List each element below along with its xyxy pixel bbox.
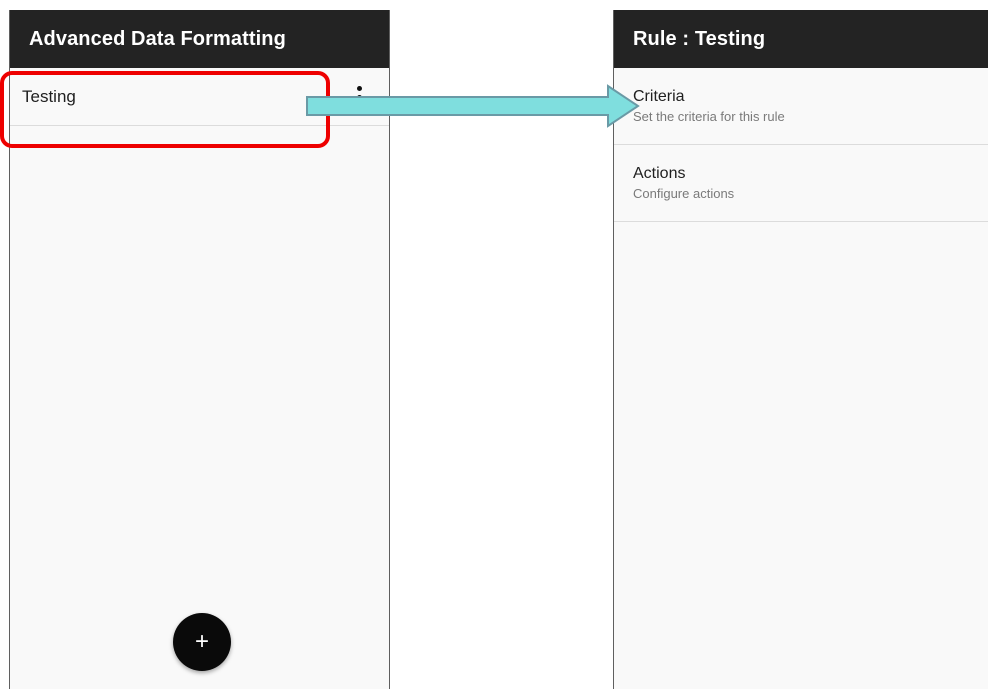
criteria-setting[interactable]: Criteria Set the criteria for this rule [614, 68, 988, 145]
app-bar: Rule : Testing [614, 10, 988, 68]
page-title: Advanced Data Formatting [29, 27, 286, 50]
setting-summary: Set the criteria for this rule [633, 109, 785, 124]
rules-list-screen: Advanced Data Formatting Testing + [9, 10, 390, 689]
tutorial-canvas: Advanced Data Formatting Testing + Rule … [0, 0, 988, 689]
actions-setting[interactable]: Actions Configure actions [614, 145, 988, 222]
overflow-dot [356, 85, 362, 91]
rule-detail-screen: Rule : Testing Criteria Set the criteria… [613, 10, 988, 689]
plus-icon: + [194, 628, 209, 655]
setting-summary: Configure actions [633, 186, 735, 201]
rule-name: Testing [22, 86, 76, 106]
setting-title: Criteria [633, 88, 685, 105]
app-bar: Advanced Data Formatting [10, 10, 389, 68]
rule-list-item[interactable]: Testing [10, 68, 389, 126]
add-rule-button[interactable]: + [173, 613, 231, 671]
overflow-dot [356, 94, 362, 100]
overflow-dot [356, 103, 362, 109]
setting-title: Actions [633, 165, 686, 182]
page-title: Rule : Testing [633, 27, 766, 50]
more-vert-icon[interactable] [349, 81, 369, 113]
